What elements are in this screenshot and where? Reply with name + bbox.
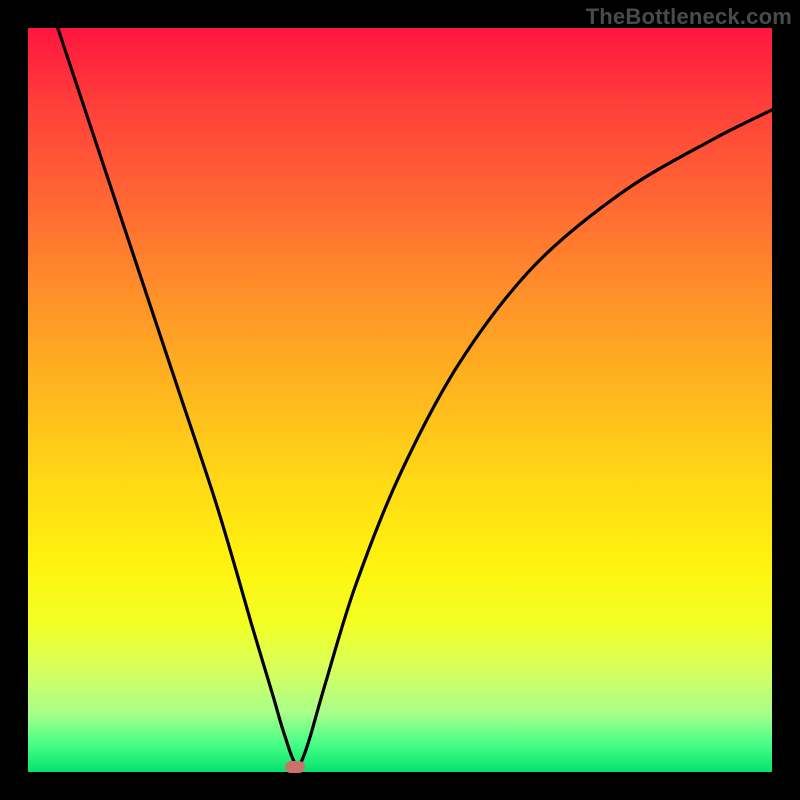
chart-frame: TheBottleneck.com xyxy=(0,0,800,800)
plot-area xyxy=(28,28,772,772)
curve-svg xyxy=(28,28,772,772)
watermark-text: TheBottleneck.com xyxy=(586,4,792,30)
optimal-marker xyxy=(285,761,305,773)
bottleneck-curve xyxy=(58,28,772,768)
